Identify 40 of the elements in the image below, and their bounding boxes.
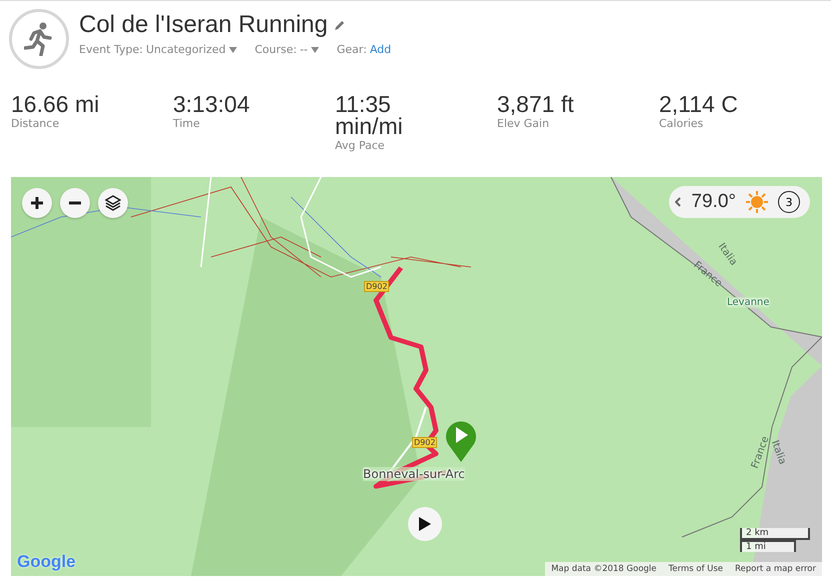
play-button[interactable] — [408, 507, 442, 541]
meta-label: Gear: — [336, 43, 367, 56]
stat-value: 3,871 ft — [497, 93, 575, 115]
stat-value: 2,114 C — [659, 93, 739, 115]
caret-icon[interactable] — [228, 46, 237, 52]
layers-icon — [105, 195, 121, 211]
stat-label: Elev Gain — [497, 117, 550, 130]
map-label: Levanne — [727, 297, 770, 308]
stat-label: Distance — [11, 117, 60, 130]
map-label: Bonneval-sur-Arc — [363, 467, 465, 481]
plus-icon — [30, 196, 44, 210]
meta-label: Event Type: — [79, 43, 143, 56]
stat-value: 16.66 mi — [11, 93, 100, 115]
sun-icon — [746, 191, 768, 213]
meta-label: Course: — [254, 43, 297, 56]
meta-dropdown[interactable]: Uncategorized — [146, 43, 226, 56]
map-attribution: Map data ©2018 Google — [545, 562, 663, 576]
play-icon — [419, 517, 431, 531]
lap-timer[interactable]: 3 — [778, 191, 800, 213]
pencil-icon[interactable] — [334, 20, 345, 30]
road-sign: D902 — [412, 437, 438, 448]
stat-label: Avg Pace — [335, 139, 386, 152]
map-logo: Google — [17, 552, 76, 572]
activity-title: Col de l'Iseran Running — [79, 11, 328, 39]
stat-value: 11:35 min/mi — [335, 93, 404, 137]
stat-value: 3:13:04 — [173, 93, 251, 115]
chevron-left-icon[interactable] — [675, 197, 682, 207]
runner-icon — [24, 22, 54, 56]
meta-dropdown[interactable]: -- — [300, 43, 308, 56]
stat-label: Time — [173, 117, 201, 130]
map-link[interactable]: Terms of Use — [662, 562, 730, 576]
caret-icon[interactable] — [310, 46, 319, 52]
stat-label: Calories — [659, 117, 704, 130]
add-link[interactable]: Add — [370, 43, 392, 56]
map-label: Italia — [768, 439, 788, 466]
road-sign: D902 — [364, 281, 390, 292]
map-link[interactable]: Report a map error — [729, 562, 822, 576]
temperature: 79.0° — [691, 191, 736, 213]
scale-bar: 2 km — [740, 528, 810, 540]
scale-bar: 1 mi — [740, 540, 796, 552]
